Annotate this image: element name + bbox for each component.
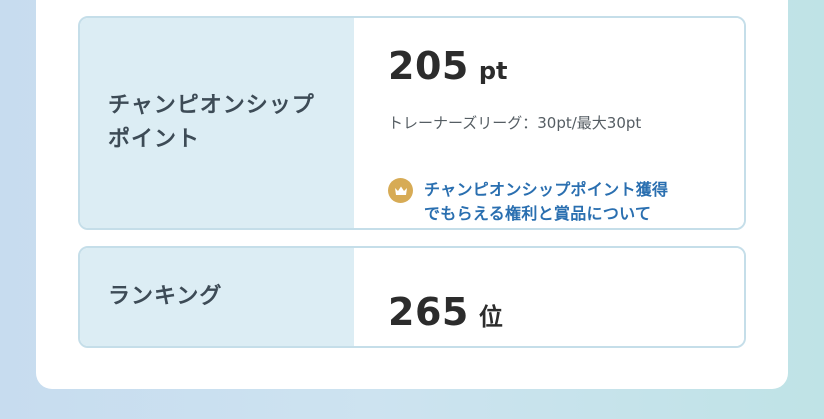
ranking-label-cell: ランキング — [80, 248, 354, 346]
championship-points-value-cell: 205 pt トレーナーズリーグ：30pt/最大30pt チャンピオンシップポイン… — [354, 18, 744, 228]
championship-points-row: チャンピオンシップ ポイント 205 pt トレーナーズリーグ：30pt/最大30… — [78, 16, 746, 230]
championship-points-value: 205 pt — [388, 44, 507, 88]
points-unit: pt — [478, 57, 508, 85]
ranking-label: ランキング — [108, 283, 223, 309]
ranking-value: 265 位 — [388, 290, 503, 334]
championship-rewards-link[interactable]: チャンピオンシップポイント獲得 でもらえる権利と賞品について — [388, 178, 668, 226]
content-panel: チャンピオンシップ ポイント 205 pt トレーナーズリーグ：30pt/最大30… — [36, 0, 788, 389]
championship-rewards-link-text[interactable]: チャンピオンシップポイント獲得 でもらえる権利と賞品について — [424, 178, 668, 226]
ranking-value-cell: 265 位 — [354, 248, 744, 346]
crown-icon — [388, 178, 413, 203]
points-number: 205 — [388, 44, 469, 88]
championship-points-label: チャンピオンシップ ポイント — [108, 92, 315, 152]
championship-points-label-cell: チャンピオンシップ ポイント — [80, 18, 354, 228]
points-note: トレーナーズリーグ：30pt/最大30pt — [388, 114, 642, 132]
ranking-row: ランキング 265 位 — [78, 246, 746, 348]
ranking-unit: 位 — [478, 303, 503, 331]
ranking-number: 265 — [388, 290, 469, 334]
